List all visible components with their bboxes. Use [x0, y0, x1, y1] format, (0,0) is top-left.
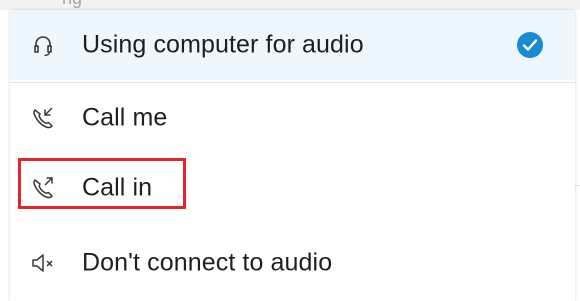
audio-connection-menu: Using computer for audio Call me Call in…	[10, 10, 575, 301]
menu-item-label: Using computer for audio	[82, 30, 364, 59]
headset-icon	[34, 36, 52, 57]
background-divider	[575, 185, 580, 186]
speaker-mute-icon	[32, 254, 53, 272]
background-text-fragment: ng	[62, 0, 82, 9]
highlight-box	[18, 158, 186, 209]
menu-item-label: Call me	[82, 103, 168, 132]
menu-item-label: Don't connect to audio	[82, 248, 333, 277]
menu-item-dont-connect-audio[interactable]: Don't connect to audio	[10, 228, 575, 298]
menu-item-call-me[interactable]: Call me	[10, 83, 575, 153]
phone-incoming-icon	[33, 107, 53, 129]
background-panel-edge: ng	[0, 0, 580, 10]
menu-item-use-computer-audio[interactable]: Using computer for audio	[10, 10, 575, 80]
checkmark-selected-icon	[517, 32, 543, 58]
